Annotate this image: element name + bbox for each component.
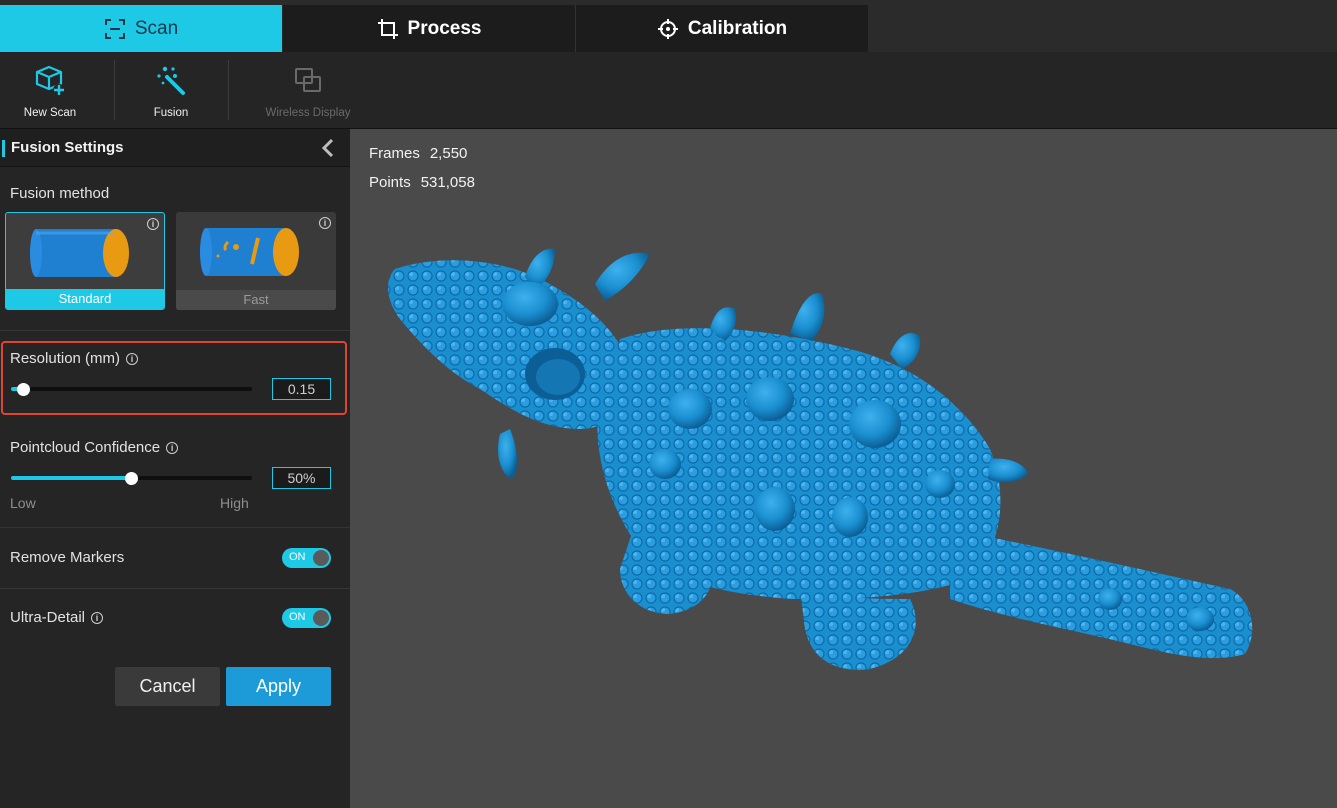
tab-process[interactable]: Process — [283, 5, 575, 52]
panel-title: Fusion Settings — [11, 139, 124, 156]
panel-accent-bar — [2, 140, 5, 157]
remove-markers-toggle[interactable]: ON — [282, 548, 331, 568]
ultra-detail-toggle[interactable]: ON — [282, 608, 331, 628]
confidence-low-label: Low — [10, 495, 36, 511]
scanned-dinosaur-model[interactable] — [350, 129, 1337, 808]
resolution-label: Resolution (mm) — [10, 350, 121, 367]
fusion-settings-panel: Fusion Settings Fusion method i Standard… — [0, 129, 350, 808]
fusion-label: Fusion — [153, 107, 189, 119]
fusion-method-standard[interactable]: i Standard — [5, 212, 165, 310]
toolbar-divider — [114, 60, 115, 120]
fast-label: Fast — [176, 290, 336, 310]
crop-icon — [377, 18, 398, 39]
fusion-method-fast[interactable]: i Fast — [176, 212, 336, 310]
chevron-left-icon[interactable] — [320, 138, 336, 158]
confidence-label-row: Pointcloud Confidence i — [10, 439, 179, 456]
section-divider — [0, 330, 350, 331]
confidence-slider-fill — [11, 476, 132, 480]
info-icon[interactable]: i — [166, 442, 179, 454]
tab-label: Scan — [134, 17, 179, 39]
ultra-detail-label-row: Ultra-Detail i — [10, 609, 104, 626]
new-scan-cube-icon — [35, 65, 65, 96]
tab-label: Calibration — [687, 17, 788, 39]
resolution-slider-track[interactable] — [11, 387, 252, 391]
top-tab-bar: Scan Process Calibration — [0, 0, 1337, 52]
toggle-state: ON — [289, 611, 306, 623]
toolbar-divider — [228, 60, 229, 120]
confidence-high-label: High — [220, 495, 249, 511]
cancel-button[interactable]: Cancel — [115, 667, 220, 706]
confidence-value-input[interactable]: 50% — [272, 467, 331, 489]
toolbar: New Scan Fusion Wireless Display — [0, 52, 1337, 129]
section-divider — [0, 527, 350, 528]
new-scan-label: New Scan — [23, 107, 77, 119]
toggle-knob — [313, 550, 329, 566]
wireless-display-label: Wireless Display — [265, 107, 351, 119]
confidence-slider-thumb[interactable] — [125, 472, 138, 485]
crosshair-icon — [657, 18, 678, 39]
info-icon[interactable]: i — [147, 218, 159, 230]
standard-label: Standard — [6, 289, 164, 309]
tab-calibration[interactable]: Calibration — [576, 5, 868, 52]
confidence-label: Pointcloud Confidence — [10, 439, 161, 456]
3d-viewport[interactable]: Frames 2,550 Points 531,058 — [350, 129, 1337, 808]
remove-markers-label: Remove Markers — [10, 549, 125, 566]
section-divider — [0, 588, 350, 589]
apply-button[interactable]: Apply — [226, 667, 331, 706]
info-icon[interactable]: i — [126, 353, 139, 365]
magic-wand-icon — [157, 66, 185, 95]
info-icon[interactable]: i — [319, 217, 331, 229]
ultra-detail-label: Ultra-Detail — [10, 609, 86, 626]
wireless-display-icon — [295, 68, 321, 92]
resolution-value-input[interactable]: 0.15 — [272, 378, 331, 400]
fast-cylinder-icon — [200, 228, 299, 276]
resolution-slider-thumb[interactable] — [16, 383, 30, 396]
wireless-display-button[interactable]: Wireless Display — [260, 52, 356, 129]
info-icon[interactable]: i — [91, 612, 104, 624]
fusion-method-label: Fusion method — [10, 185, 110, 202]
new-scan-button[interactable]: New Scan — [16, 52, 84, 129]
standard-cylinder-icon — [30, 229, 129, 277]
fusion-button[interactable]: Fusion — [140, 52, 202, 129]
toggle-state: ON — [289, 551, 306, 563]
panel-header: Fusion Settings — [0, 129, 350, 167]
resolution-label-row: Resolution (mm) i — [10, 350, 139, 367]
tab-scan[interactable]: Scan — [0, 5, 282, 52]
toggle-knob — [313, 610, 329, 626]
scan-frame-icon — [104, 18, 125, 39]
tab-label: Process — [407, 17, 482, 39]
